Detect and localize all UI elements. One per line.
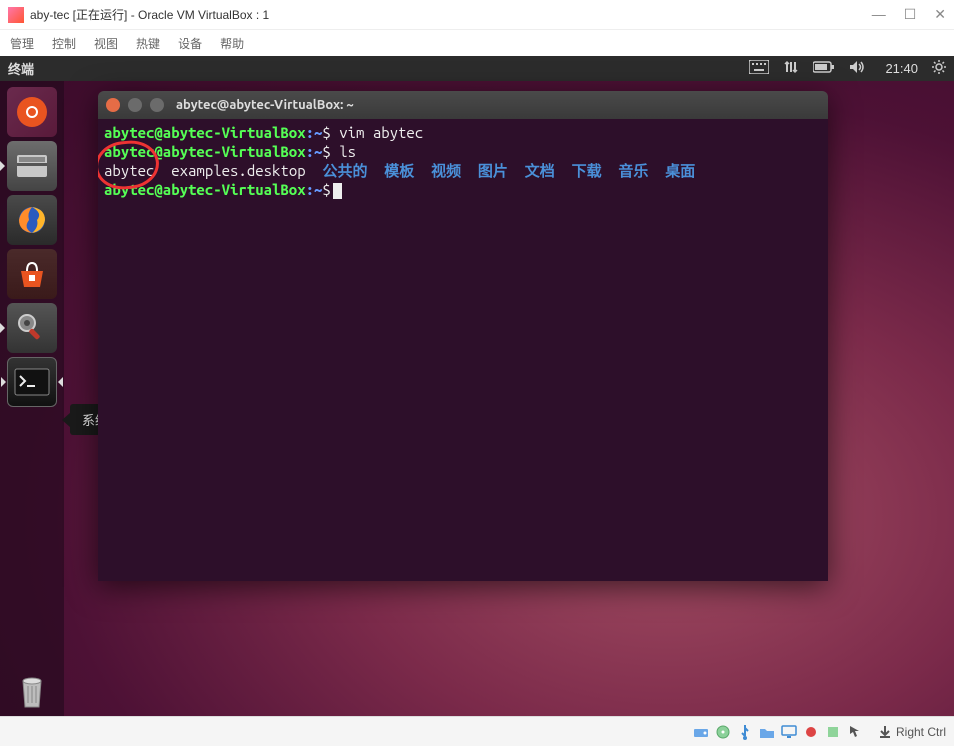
vbox-device-icons [692, 723, 864, 741]
launcher-system-settings[interactable] [7, 303, 57, 353]
virtualbox-menubar: 管理 控制 视图 热键 设备 帮助 [0, 30, 954, 56]
menu-hotkeys[interactable]: 热键 [136, 35, 160, 52]
terminal-command: vim abytec [339, 124, 423, 141]
battery-indicator-icon[interactable] [813, 61, 835, 76]
ls-dir: 模板 [384, 162, 414, 179]
launcher-software-center[interactable] [7, 249, 57, 299]
virtualbox-title: aby-tec [正在运行] - Oracle VM VirtualBox : … [30, 6, 872, 23]
terminal-line: abytec@abytec-VirtualBox:~$ vim abytec [104, 123, 822, 142]
ls-file: examples.desktop [171, 162, 305, 179]
ls-dir: 桌面 [665, 162, 695, 179]
vbox-hostkey-label: Right Ctrl [896, 725, 946, 739]
ls-file: abytec [104, 162, 154, 179]
panel-app-title: 终端 [8, 59, 749, 78]
prompt-sep: : [306, 124, 314, 141]
ls-dir: 图片 [478, 162, 508, 179]
menu-devices[interactable]: 设备 [178, 35, 202, 52]
ls-dir: 下载 [572, 162, 602, 179]
vbox-optical-icon[interactable] [714, 723, 732, 741]
vbox-recording-icon[interactable] [802, 723, 820, 741]
virtualbox-statusbar: Right Ctrl [0, 716, 954, 746]
ls-dir: 音乐 [618, 162, 648, 179]
launcher-firefox[interactable] [7, 195, 57, 245]
terminal-line: abytec@abytec-VirtualBox:~$ [104, 180, 822, 199]
vbox-usb-icon[interactable] [736, 723, 754, 741]
launcher-terminal[interactable] [7, 357, 57, 407]
ls-dir: 视频 [431, 162, 461, 179]
prompt-userhost: abytec@abytec-VirtualBox [104, 143, 306, 160]
ubuntu-launcher [0, 81, 64, 716]
launcher-trash[interactable] [7, 666, 57, 716]
virtualbox-titlebar: aby-tec [正在运行] - Oracle VM VirtualBox : … [0, 0, 954, 30]
terminal-titlebar[interactable]: abytec@abytec-VirtualBox: ~ [98, 91, 828, 119]
terminal-close-button[interactable] [106, 98, 120, 112]
menu-manage[interactable]: 管理 [10, 35, 34, 52]
terminal-ls-output: abytec examples.desktop 公共的 模板 视频 图片 文档 … [104, 161, 822, 180]
terminal-line: abytec@abytec-VirtualBox:~$ ls [104, 142, 822, 161]
menu-help[interactable]: 帮助 [220, 35, 244, 52]
launcher-dash[interactable] [7, 87, 57, 137]
terminal-window: abytec@abytec-VirtualBox: ~ abytec@abyte… [98, 91, 828, 581]
vbox-cpu-icon[interactable] [824, 723, 842, 741]
launcher-files[interactable] [7, 141, 57, 191]
panel-clock[interactable]: 21:40 [885, 61, 918, 76]
prompt-userhost: abytec@abytec-VirtualBox [104, 124, 306, 141]
terminal-cursor [333, 183, 342, 199]
vbox-harddisk-icon[interactable] [692, 723, 710, 741]
ubuntu-top-panel: 终端 21:40 [0, 56, 954, 81]
vbox-hostkey[interactable]: Right Ctrl [878, 725, 946, 739]
terminal-title: abytec@abytec-VirtualBox: ~ [176, 98, 354, 112]
vbox-shared-folder-icon[interactable] [758, 723, 776, 741]
window-close-button[interactable]: ✕ [934, 6, 946, 23]
virtualbox-icon [8, 7, 24, 23]
terminal-body[interactable]: abytec@abytec-VirtualBox:~$ vim abytec a… [98, 119, 828, 581]
ubuntu-desktop: 终端 21:40 [0, 56, 954, 716]
keyboard-indicator-icon[interactable] [749, 60, 769, 77]
ls-dir: 文档 [525, 162, 555, 179]
terminal-minimize-button[interactable] [128, 98, 142, 112]
window-minimize-button[interactable]: — [872, 6, 886, 23]
terminal-command: ls [339, 143, 356, 160]
vbox-mouse-icon[interactable] [846, 723, 864, 741]
vbox-display-icon[interactable] [780, 723, 798, 741]
ls-dir: 公共的 [322, 162, 367, 179]
panel-indicators: 21:40 [749, 60, 946, 77]
menu-view[interactable]: 视图 [94, 35, 118, 52]
prompt-sym: $ [322, 124, 330, 141]
menu-control[interactable]: 控制 [52, 35, 76, 52]
gear-icon[interactable] [932, 60, 946, 77]
sound-indicator-icon[interactable] [849, 60, 865, 77]
terminal-maximize-button[interactable] [150, 98, 164, 112]
network-indicator-icon[interactable] [783, 60, 799, 77]
window-maximize-button[interactable]: ☐ [904, 6, 917, 23]
